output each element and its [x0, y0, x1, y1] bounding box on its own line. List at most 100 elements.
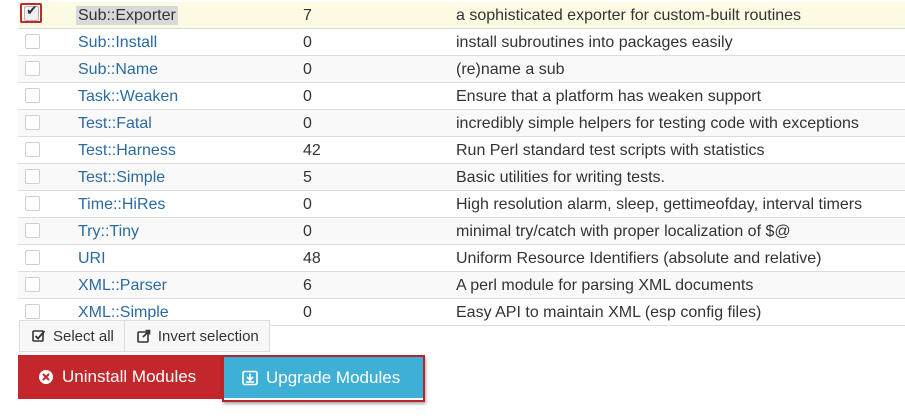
upgrade-modules-button[interactable]: Upgrade Modules	[224, 357, 423, 398]
module-manager: ✔ Sub::Exporter 7 a sophisticated exporter …	[0, 0, 905, 418]
row-checkbox-cell	[18, 136, 76, 164]
row-checkbox-cell	[18, 55, 76, 83]
row-checkbox-cell	[18, 82, 76, 110]
module-link[interactable]: Time::HiRes	[76, 195, 167, 214]
row-checkbox-checked[interactable]: ✔	[20, 2, 42, 24]
module-link[interactable]: Sub::Install	[76, 33, 159, 52]
row-checkbox[interactable]	[25, 87, 40, 103]
uninstall-modules-button[interactable]: Uninstall Modules	[18, 355, 222, 399]
module-link[interactable]: URI	[76, 249, 108, 268]
table-row: Sub::Name 0 (re)name a sub	[18, 55, 905, 83]
module-count: 42	[303, 141, 321, 159]
module-count-cell: 0	[301, 28, 456, 56]
row-checkbox-cell	[18, 109, 76, 137]
module-description: Basic utilities for writing tests.	[456, 163, 905, 191]
row-checkbox-cell	[18, 190, 76, 218]
module-description: minimal try/catch with proper localizati…	[456, 217, 905, 245]
row-checkbox[interactable]	[25, 60, 40, 76]
row-checkbox[interactable]	[25, 33, 40, 49]
module-description: a sophisticated exporter for custom-buil…	[456, 2, 905, 29]
row-checkbox[interactable]	[25, 114, 40, 130]
module-count: 5	[303, 168, 312, 186]
module-count: 48	[303, 249, 321, 267]
row-checkbox[interactable]	[25, 276, 40, 292]
modules-table-body: ✔ Sub::Exporter 7 a sophisticated exporter …	[18, 2, 905, 326]
row-checkbox-cell	[18, 28, 76, 56]
module-link[interactable]: Test::Harness	[76, 141, 178, 160]
modules-table: ✔ Sub::Exporter 7 a sophisticated exporter …	[18, 2, 905, 326]
module-count: 0	[303, 33, 312, 51]
module-description: High resolution alarm, sleep, gettimeofd…	[456, 190, 905, 218]
row-checkbox[interactable]	[25, 195, 40, 211]
module-link[interactable]: XML::Parser	[76, 276, 169, 295]
module-link[interactable]: Test::Fatal	[76, 114, 154, 133]
module-description: incredibly simple helpers for testing co…	[456, 109, 905, 137]
module-count-cell: 0	[301, 82, 456, 110]
row-checkbox[interactable]	[25, 141, 40, 157]
checkmark-icon: ✔	[26, 2, 38, 19]
table-row: ✔ Sub::Exporter 7 a sophisticated exporter …	[18, 2, 905, 29]
module-link[interactable]: Task::Weaken	[76, 87, 180, 106]
row-checkbox[interactable]	[25, 249, 40, 265]
module-count: 7	[303, 6, 312, 24]
table-row: Sub::Install 0 install subroutines into pa…	[18, 28, 905, 56]
module-count: 0	[303, 303, 312, 321]
module-name-cell: Test::Simple	[76, 163, 301, 191]
module-count-cell: 7	[301, 2, 456, 29]
module-description: Easy API to maintain XML (esp config fil…	[456, 298, 905, 326]
table-row: Test::Fatal 0 incredibly simple helpers fo…	[18, 109, 905, 137]
module-count: 0	[303, 114, 312, 132]
module-count: 0	[303, 87, 312, 105]
module-name-cell: Test::Harness	[76, 136, 301, 164]
module-count-cell: 0	[301, 190, 456, 218]
table-row: Try::Tiny 0 minimal try/catch with proper …	[18, 217, 905, 245]
download-box-icon	[242, 370, 258, 385]
module-count: 0	[303, 195, 312, 213]
row-checkbox-cell	[18, 217, 76, 245]
module-description: Ensure that a platform has weaken suppor…	[456, 82, 905, 110]
table-row: Time::HiRes 0 High resolution alarm, sleep…	[18, 190, 905, 218]
table-row: XML::Parser 6 A perl module for parsing XM…	[18, 271, 905, 299]
module-name-cell: Task::Weaken	[76, 82, 301, 110]
module-count: 0	[303, 60, 312, 78]
module-count-cell: 0	[301, 109, 456, 137]
row-checkbox-cell	[18, 271, 76, 299]
module-count: 6	[303, 276, 312, 294]
module-description: A perl module for parsing XML documents	[456, 271, 905, 299]
row-checkbox[interactable]	[25, 168, 40, 184]
module-name-cell: Test::Fatal	[76, 109, 301, 137]
select-all-label: Select all	[53, 327, 114, 345]
module-count-cell: 0	[301, 217, 456, 245]
module-count-cell: 48	[301, 244, 456, 272]
module-description: install subroutines into packages easily	[456, 28, 905, 56]
module-count-cell: 5	[301, 163, 456, 191]
circle-x-icon	[39, 370, 53, 384]
table-row: Task::Weaken 0 Ensure that a platform has …	[18, 82, 905, 110]
row-checkbox[interactable]	[25, 222, 40, 238]
invert-selection-button[interactable]: Invert selection	[123, 321, 269, 351]
invert-selection-label: Invert selection	[157, 327, 259, 345]
module-name-cell: Sub::Exporter	[76, 2, 301, 29]
row-checkbox-cell	[18, 163, 76, 191]
module-name-cell: Sub::Name	[76, 55, 301, 83]
table-row: Test::Simple 5 Basic utilities for writing…	[18, 163, 905, 191]
module-description: Uniform Resource Identifiers (absolute a…	[456, 244, 905, 272]
module-name-cell: Try::Tiny	[76, 217, 301, 245]
row-checkbox[interactable]	[25, 303, 40, 319]
row-checkbox-cell: ✔	[18, 2, 76, 29]
external-link-icon	[137, 329, 151, 343]
module-link[interactable]: Sub::Exporter	[76, 5, 178, 25]
select-all-button[interactable]: Select all	[20, 321, 124, 351]
module-link[interactable]: Sub::Name	[76, 60, 160, 79]
row-checkbox-cell	[18, 244, 76, 272]
module-link[interactable]: Try::Tiny	[76, 222, 141, 241]
checkbox-icon	[32, 330, 46, 342]
table-row: Test::Harness 42 Run Perl standard test sc…	[18, 136, 905, 164]
module-link[interactable]: Test::Simple	[76, 168, 167, 187]
module-link[interactable]: XML::Simple	[76, 303, 171, 322]
module-count-cell: 0	[301, 55, 456, 83]
module-name-cell: Sub::Install	[76, 28, 301, 56]
table-row: URI 48 Uniform Resource Identifiers (absol…	[18, 244, 905, 272]
module-description: Run Perl standard test scripts with stat…	[456, 136, 905, 164]
upgrade-modules-label: Upgrade Modules	[266, 367, 401, 387]
